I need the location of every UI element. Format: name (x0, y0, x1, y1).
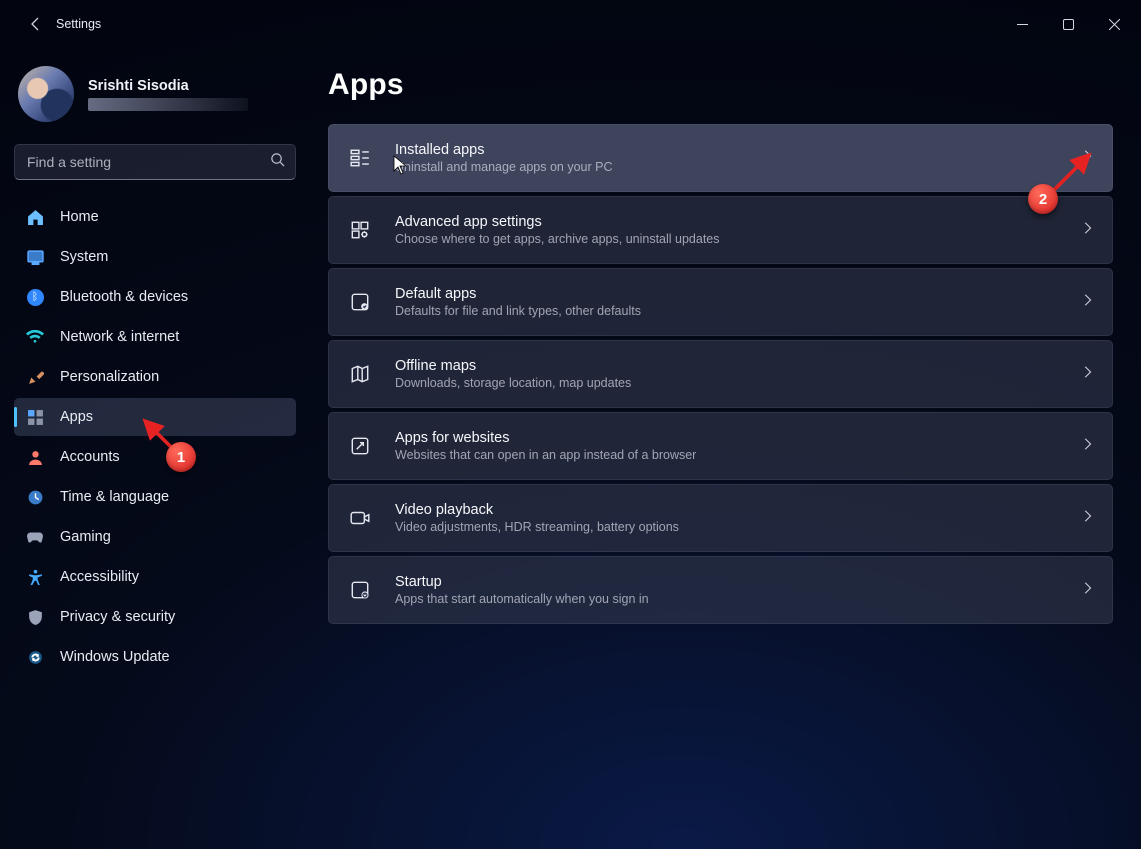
content: Apps Installed apps Uninstall and manage… (310, 48, 1141, 849)
card-subtitle: Uninstall and manage apps on your PC (395, 160, 1080, 174)
sidebar-item-accessibility[interactable]: Accessibility (14, 558, 296, 596)
chevron-right-icon (1080, 221, 1094, 240)
card-subtitle: Apps that start automatically when you s… (395, 592, 1080, 606)
card-subtitle: Defaults for file and link types, other … (395, 304, 1080, 318)
apps-for-websites-icon (347, 433, 373, 459)
minimize-button[interactable] (999, 8, 1045, 40)
sidebar-item-label: Time & language (60, 489, 169, 505)
gaming-icon (26, 528, 44, 546)
sidebar-item-label: Windows Update (60, 649, 170, 665)
sidebar-item-label: Privacy & security (60, 609, 175, 625)
card-installed-apps[interactable]: Installed apps Uninstall and manage apps… (328, 124, 1113, 192)
privacy-icon (26, 608, 44, 626)
card-subtitle: Downloads, storage location, map updates (395, 376, 1080, 390)
sidebar-item-label: Accessibility (60, 569, 139, 585)
titlebar: Settings (0, 0, 1141, 48)
card-default-apps[interactable]: Default apps Defaults for file and link … (328, 268, 1113, 336)
card-title: Advanced app settings (395, 214, 1080, 230)
search-box[interactable] (14, 144, 296, 180)
video-playback-icon (347, 505, 373, 531)
mouse-cursor (393, 155, 407, 175)
sidebar-item-gaming[interactable]: Gaming (14, 518, 296, 556)
offline-maps-icon (347, 361, 373, 387)
network-icon (26, 328, 44, 346)
profile-block[interactable]: Srishti Sisodia (14, 56, 296, 136)
chevron-right-icon (1080, 581, 1094, 600)
profile-name: Srishti Sisodia (88, 78, 248, 94)
sidebar-item-label: Apps (60, 409, 93, 425)
search-icon (270, 152, 285, 172)
card-startup[interactable]: Startup Apps that start automatically wh… (328, 556, 1113, 624)
arrow-left-icon (28, 16, 44, 32)
sidebar-item-label: Bluetooth & devices (60, 289, 188, 305)
apps-icon (26, 408, 44, 426)
system-icon (26, 248, 44, 266)
card-title: Startup (395, 574, 1080, 590)
card-subtitle: Websites that can open in an app instead… (395, 448, 1080, 462)
accounts-icon (26, 448, 44, 466)
card-title: Video playback (395, 502, 1080, 518)
minimize-icon (1017, 19, 1028, 30)
window-title: Settings (56, 17, 101, 31)
sidebar-item-home[interactable]: Home (14, 198, 296, 236)
sidebar-item-label: System (60, 249, 108, 265)
close-icon (1109, 19, 1120, 30)
card-title: Offline maps (395, 358, 1080, 374)
chevron-right-icon (1080, 293, 1094, 312)
avatar (18, 66, 74, 122)
sidebar-item-privacy[interactable]: Privacy & security (14, 598, 296, 636)
sidebar-item-time-language[interactable]: Time & language (14, 478, 296, 516)
time-language-icon (26, 488, 44, 506)
default-apps-icon (347, 289, 373, 315)
sidebar-item-label: Home (60, 209, 99, 225)
profile-email-redacted (88, 98, 248, 111)
chevron-right-icon (1080, 509, 1094, 528)
annotation-marker-2: 2 (1028, 184, 1058, 214)
sidebar-item-network[interactable]: Network & internet (14, 318, 296, 356)
chevron-right-icon (1080, 437, 1094, 456)
card-advanced-app-settings[interactable]: Advanced app settings Choose where to ge… (328, 196, 1113, 264)
card-video-playback[interactable]: Video playback Video adjustments, HDR st… (328, 484, 1113, 552)
home-icon (26, 208, 44, 226)
card-title: Installed apps (395, 142, 1080, 158)
card-apps-for-websites[interactable]: Apps for websites Websites that can open… (328, 412, 1113, 480)
chevron-right-icon (1080, 365, 1094, 384)
back-button[interactable] (16, 4, 56, 44)
sidebar-item-windows-update[interactable]: Windows Update (14, 638, 296, 676)
startup-icon (347, 577, 373, 603)
maximize-icon (1063, 19, 1074, 30)
windows-update-icon (26, 648, 44, 666)
sidebar-item-label: Gaming (60, 529, 111, 545)
personalization-icon (26, 368, 44, 386)
advanced-settings-icon (347, 217, 373, 243)
sidebar-item-personalization[interactable]: Personalization (14, 358, 296, 396)
settings-list: Installed apps Uninstall and manage apps… (328, 124, 1113, 624)
maximize-button[interactable] (1045, 8, 1091, 40)
page-title: Apps (328, 68, 1113, 102)
search-input[interactable] (27, 154, 270, 170)
card-title: Default apps (395, 286, 1080, 302)
card-subtitle: Video adjustments, HDR streaming, batter… (395, 520, 1080, 534)
accessibility-icon (26, 568, 44, 586)
sidebar-item-system[interactable]: System (14, 238, 296, 276)
card-offline-maps[interactable]: Offline maps Downloads, storage location… (328, 340, 1113, 408)
card-title: Apps for websites (395, 430, 1080, 446)
sidebar-item-label: Network & internet (60, 329, 179, 345)
close-button[interactable] (1091, 8, 1137, 40)
sidebar-item-label: Personalization (60, 369, 159, 385)
card-subtitle: Choose where to get apps, archive apps, … (395, 232, 1080, 246)
window-controls (999, 8, 1137, 40)
installed-apps-icon (347, 145, 373, 171)
sidebar-item-label: Accounts (60, 449, 120, 465)
bluetooth-icon: ᛒ (26, 288, 44, 306)
sidebar-item-bluetooth[interactable]: ᛒ Bluetooth & devices (14, 278, 296, 316)
annotation-marker-1: 1 (166, 442, 196, 472)
